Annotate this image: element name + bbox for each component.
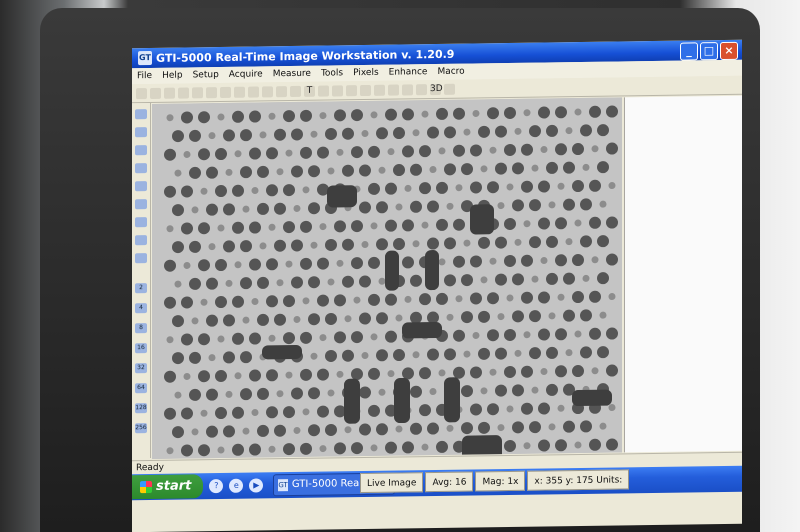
- right-panel: [624, 95, 742, 453]
- monitor-bezel: GT GTI-5000 Real-Time Image Workstation …: [40, 8, 760, 532]
- target-icon[interactable]: [248, 85, 259, 98]
- status-text: Ready: [136, 462, 164, 474]
- start-label: start: [156, 478, 192, 494]
- wand-icon[interactable]: [206, 86, 217, 98]
- minimize-button[interactable]: _: [680, 42, 698, 61]
- arrow-icon[interactable]: [318, 85, 329, 97]
- menu-file[interactable]: File: [132, 71, 157, 81]
- void-blob: [572, 389, 612, 407]
- menu-enhance[interactable]: Enhance: [384, 67, 433, 78]
- window-icon[interactable]: [402, 83, 413, 95]
- eraser-icon[interactable]: [332, 84, 343, 96]
- open-icon[interactable]: [136, 87, 147, 99]
- 3d-view-icon[interactable]: 3D: [430, 83, 443, 95]
- zoom-in-icon[interactable]: [135, 199, 147, 210]
- panel-icon[interactable]: [374, 84, 385, 96]
- menu-pixels[interactable]: Pixels: [348, 68, 384, 78]
- film-icon[interactable]: [444, 83, 455, 95]
- sum-icon[interactable]: [135, 253, 147, 264]
- histogram-icon[interactable]: [416, 83, 427, 95]
- menu-acquire[interactable]: Acquire: [224, 69, 268, 80]
- avg-16-button[interactable]: 16: [135, 343, 147, 354]
- zoom-fit-icon[interactable]: [135, 235, 147, 246]
- void-blob: [327, 185, 357, 208]
- avg-8-button[interactable]: 8: [135, 323, 147, 334]
- zoom-out-icon[interactable]: [135, 217, 147, 228]
- close-button[interactable]: ×: [720, 41, 738, 61]
- globe-icon[interactable]: [234, 86, 245, 98]
- measurement-bar: Live Image Avg: 16 Mag: 1x x: 355 y: 175…: [360, 469, 631, 494]
- avg-128-button[interactable]: 128: [135, 403, 147, 414]
- void-blob: [444, 377, 460, 423]
- xray-image: [152, 97, 622, 464]
- mode-readout: Live Image: [360, 472, 424, 494]
- app-icon: GT: [278, 479, 288, 492]
- left-tool-palette: 2 4 8 16 32 64 128 256: [132, 102, 151, 459]
- save-icon[interactable]: [150, 87, 161, 99]
- browser-icon[interactable]: e: [229, 478, 244, 493]
- maximize-button[interactable]: □: [700, 42, 718, 61]
- windows-flag-icon: [140, 480, 152, 494]
- mag-readout: Mag: 1x: [475, 470, 526, 492]
- layers-icon[interactable]: [135, 127, 147, 138]
- paste-icon[interactable]: [192, 86, 203, 98]
- flip-icon[interactable]: [135, 181, 147, 192]
- menu-macro[interactable]: Macro: [432, 67, 469, 78]
- menu-help[interactable]: Help: [157, 70, 188, 81]
- layout-icon[interactable]: [360, 84, 371, 96]
- copy-icon[interactable]: [178, 86, 189, 99]
- void-blob: [262, 344, 302, 360]
- void-blob: [394, 377, 410, 424]
- avg-256-button[interactable]: 256: [135, 423, 147, 434]
- void-blob: [344, 378, 360, 424]
- start-button[interactable]: start: [132, 474, 204, 500]
- grid-icon[interactable]: [290, 85, 301, 97]
- avg-2-button[interactable]: 2: [135, 283, 147, 294]
- menu-tools[interactable]: Tools: [316, 68, 348, 78]
- help-icon[interactable]: ?: [209, 478, 224, 494]
- coords-readout: x: 355 y: 175 Units:: [527, 469, 630, 491]
- avg-64-button[interactable]: 64: [135, 383, 147, 394]
- menu-setup[interactable]: Setup: [188, 70, 224, 81]
- text-tool-icon[interactable]: T: [304, 85, 315, 97]
- avg-4-button[interactable]: 4: [135, 303, 147, 314]
- void-blob: [385, 250, 399, 291]
- media-icon[interactable]: ▶: [249, 478, 264, 493]
- table-icon[interactable]: [388, 84, 399, 96]
- screen: GT GTI-5000 Real-Time Image Workstation …: [132, 39, 742, 532]
- window-controls: _ □ ×: [680, 41, 738, 61]
- crop-icon[interactable]: [135, 145, 147, 156]
- rotate-icon[interactable]: [135, 163, 147, 174]
- void-blob: [425, 250, 439, 291]
- print-icon[interactable]: [164, 87, 175, 99]
- pencil-icon[interactable]: [220, 86, 231, 98]
- window-title: GTI-5000 Real-Time Image Workstation v. …: [156, 47, 455, 65]
- tag-icon[interactable]: [346, 84, 357, 96]
- void-blob: [470, 204, 494, 235]
- app-icon: GT: [138, 50, 152, 66]
- select-icon[interactable]: [135, 109, 147, 120]
- image-icon[interactable]: [276, 85, 287, 97]
- void-blob: [402, 322, 442, 339]
- menu-measure[interactable]: Measure: [268, 69, 316, 80]
- avg-readout: Avg: 16: [425, 471, 474, 493]
- line-icon[interactable]: [262, 85, 273, 97]
- avg-32-button[interactable]: 32: [135, 363, 147, 374]
- xray-image-canvas[interactable]: [152, 97, 622, 464]
